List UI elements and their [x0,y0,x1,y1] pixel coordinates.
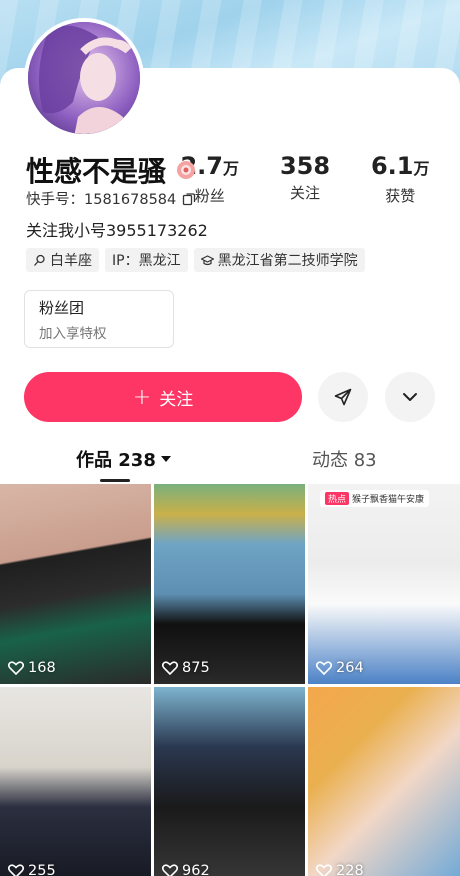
paper-plane-icon [334,388,352,406]
like-count: 168 [8,660,56,676]
like-count-value: 264 [336,660,364,676]
tab-moments[interactable]: 动态 83 [312,446,377,472]
like-count-value: 168 [28,660,56,676]
tag-ip: IP：黑龙江 [105,248,188,272]
stat-likes-unit: 万 [413,159,430,178]
share-button[interactable] [318,372,368,422]
tag-school-label: 黑龙江省第二技师学院 [217,253,358,269]
like-count-value: 228 [336,863,364,876]
heart-icon [162,864,178,876]
chevron-down-icon [403,393,417,401]
tag-ip-label: IP：黑龙江 [112,253,181,269]
copy-icon[interactable] [182,192,196,206]
like-count: 228 [316,863,364,876]
stat-likes-value: 6.1 [370,152,414,180]
stat-fans-unit: 万 [222,159,239,178]
avatar[interactable] [24,18,144,138]
stat-following-value: 358 [279,152,331,180]
stat-likes[interactable]: 6.1万 获赞 [371,152,430,206]
work-thumbnail[interactable]: 228 [308,687,460,876]
more-options-button[interactable] [385,372,435,422]
stat-following-label: 关注 [289,184,320,202]
heart-icon [316,864,332,876]
plus-icon: + [132,384,152,410]
heart-icon [8,864,24,876]
stat-likes-label: 获赞 [385,187,416,205]
tab-works[interactable]: 作品 238 [76,446,171,472]
works-grid: 168 875 热点 猴子飘香猫午安康 264 255 962 228 [0,484,460,876]
heart-icon [162,661,178,675]
profile-id-text: 快手号：1581678584 [26,192,177,208]
profile-tags: 白羊座 IP：黑龙江 黑龙江省第二技师学院 [26,248,365,272]
hot-topic-tag[interactable]: 热点 猴子飘香猫午安康 [320,490,430,507]
work-thumbnail[interactable]: 962 [154,687,305,876]
stats-row: 2.7万 粉丝 358 关注 6.1万 获赞 [160,152,450,206]
follow-button-label: 关注 [159,389,194,410]
hot-badge: 热点 [325,492,350,505]
work-thumbnail[interactable]: 255 [0,687,151,876]
fan-group-card[interactable]: 粉丝团 加入享特权 [24,290,174,348]
tag-school[interactable]: 黑龙江省第二技师学院 [193,248,365,272]
tab-moments-label: 动态 83 [312,450,377,471]
graduation-cap-icon [200,254,214,265]
profile-id: 快手号：1581678584 [26,188,196,209]
tag-zodiac: 白羊座 [26,248,99,272]
caret-down-icon [160,456,171,462]
profile-name: 性感不是骚 [26,150,196,190]
profile-name-text: 性感不是骚 [26,155,167,188]
like-count-value: 255 [28,863,56,876]
stat-following[interactable]: 358 关注 [280,152,330,206]
like-count-value: 962 [182,863,210,876]
tab-works-label: 作品 238 [76,450,156,471]
tag-zodiac-label: 白羊座 [50,253,92,269]
work-thumbnail[interactable]: 168 [0,484,151,684]
active-tab-indicator [100,479,130,482]
heart-icon [8,661,24,675]
like-count: 255 [8,863,56,876]
work-thumbnail[interactable]: 热点 猴子飘香猫午安康 264 [308,484,460,684]
like-count-value: 875 [182,660,210,676]
fan-group-subtitle: 加入享特权 [39,326,107,342]
like-count: 875 [162,660,210,676]
zodiac-icon [34,254,45,266]
hot-topic-text: 猴子飘香猫午安康 [352,495,425,505]
fan-group-title: 粉丝团 [39,299,85,317]
profile-bio: 关注我小号3955173262 [26,221,208,240]
work-thumbnail[interactable]: 875 [154,484,305,684]
like-count: 962 [162,863,210,876]
follow-button[interactable]: + 关注 [24,372,302,422]
flower-badge-icon[interactable] [176,160,196,180]
heart-icon [316,661,332,675]
like-count: 264 [316,660,364,676]
content-tabs: 作品 238 动态 83 [0,446,460,482]
